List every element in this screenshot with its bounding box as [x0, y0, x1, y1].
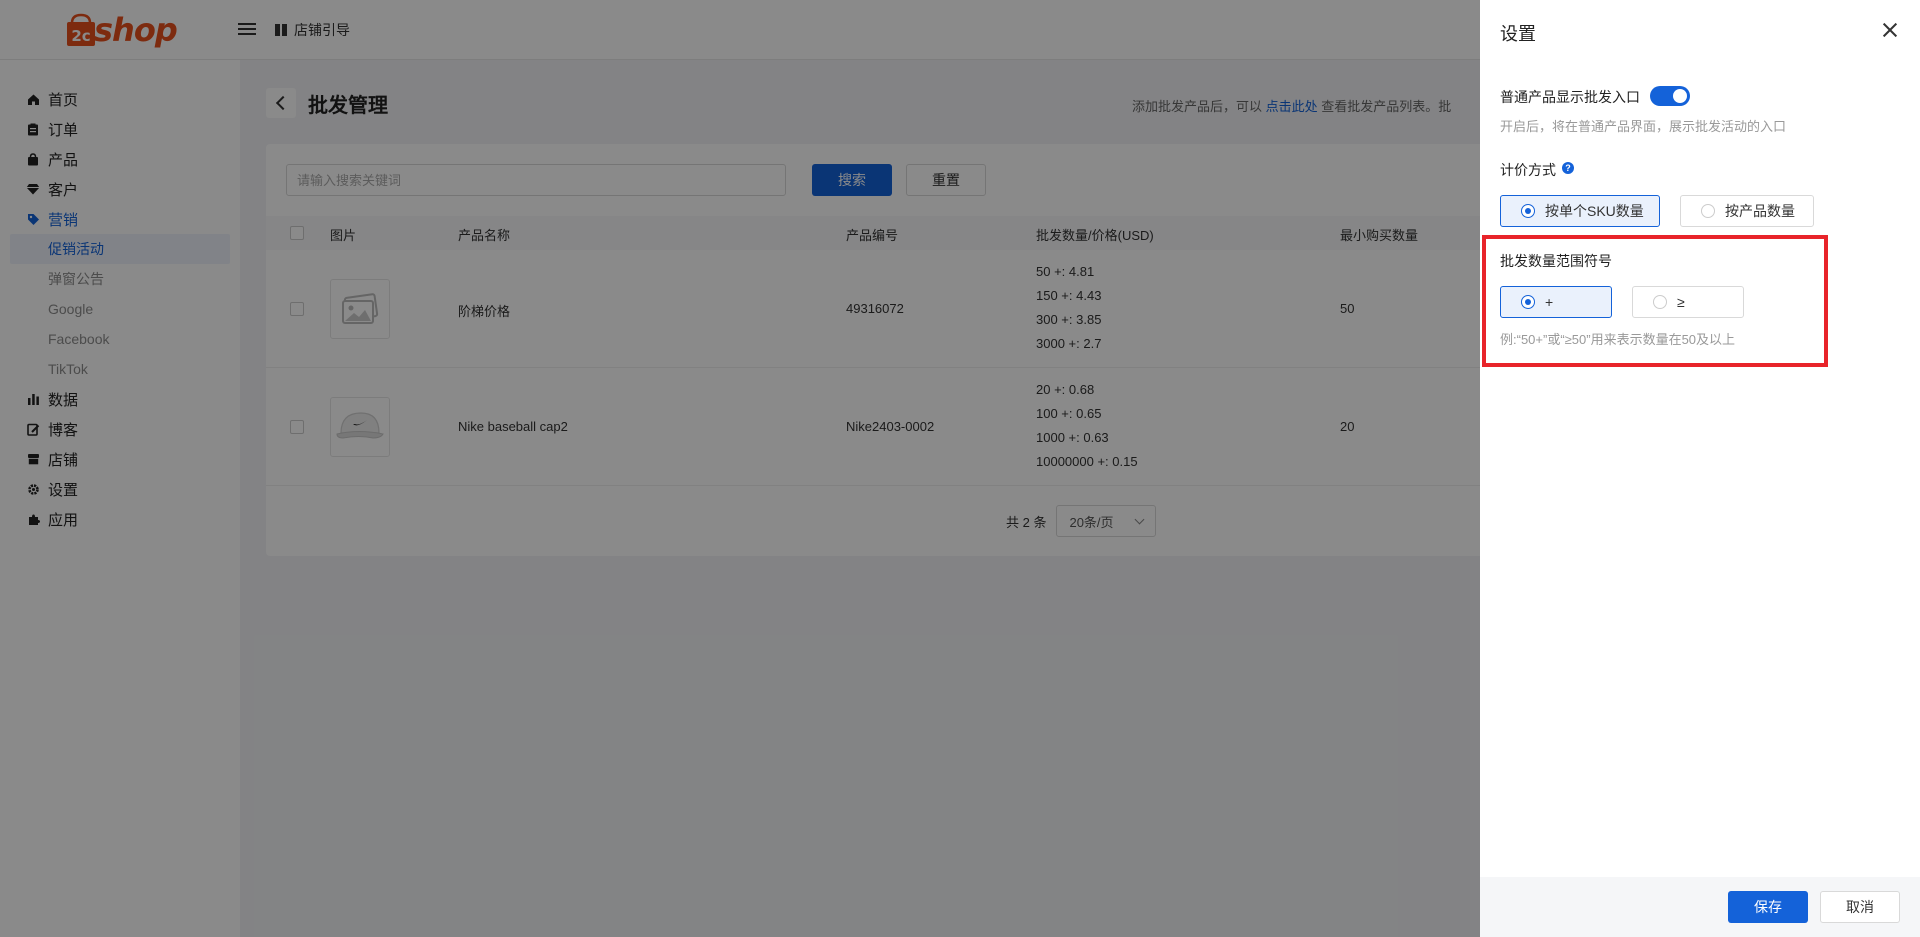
option-label: ≥	[1677, 294, 1685, 310]
range-symbol-label: 批发数量范围符号	[1500, 253, 1612, 269]
show-entry-label: 普通产品显示批发入口	[1500, 89, 1640, 105]
option-label: +	[1545, 294, 1554, 310]
drawer-title: 设置	[1500, 24, 1536, 44]
settings-drawer: 设置 普通产品显示批发入口 开启后，将在普通产品界面，展示批发活动的入口 计价方…	[1480, 0, 1920, 937]
symbol-option-plus[interactable]: +	[1500, 286, 1612, 318]
close-icon[interactable]	[1880, 20, 1900, 40]
option-label: 按产品数量	[1725, 203, 1795, 219]
range-symbol-description: 例:“50+”或“≥50”用来表示数量在50及以上	[1500, 332, 1736, 347]
show-entry-toggle[interactable]	[1650, 86, 1690, 106]
radio-icon	[1653, 295, 1667, 309]
cancel-button[interactable]: 取消	[1820, 891, 1900, 923]
save-button[interactable]: 保存	[1728, 891, 1808, 923]
help-icon[interactable]: ?	[1562, 162, 1574, 174]
pricing-method-label: 计价方式	[1500, 162, 1556, 178]
radio-icon	[1521, 204, 1535, 218]
pricing-option-sku[interactable]: 按单个SKU数量	[1500, 195, 1660, 227]
modal-overlay[interactable]	[0, 0, 1480, 937]
symbol-option-gte[interactable]: ≥	[1632, 286, 1744, 318]
radio-icon	[1701, 204, 1715, 218]
option-label: 按单个SKU数量	[1545, 203, 1644, 219]
show-entry-description: 开启后，将在普通产品界面，展示批发活动的入口	[1500, 119, 1787, 134]
radio-icon	[1521, 295, 1535, 309]
drawer-footer: 保存 取消	[1480, 877, 1920, 937]
pricing-option-product[interactable]: 按产品数量	[1680, 195, 1814, 227]
